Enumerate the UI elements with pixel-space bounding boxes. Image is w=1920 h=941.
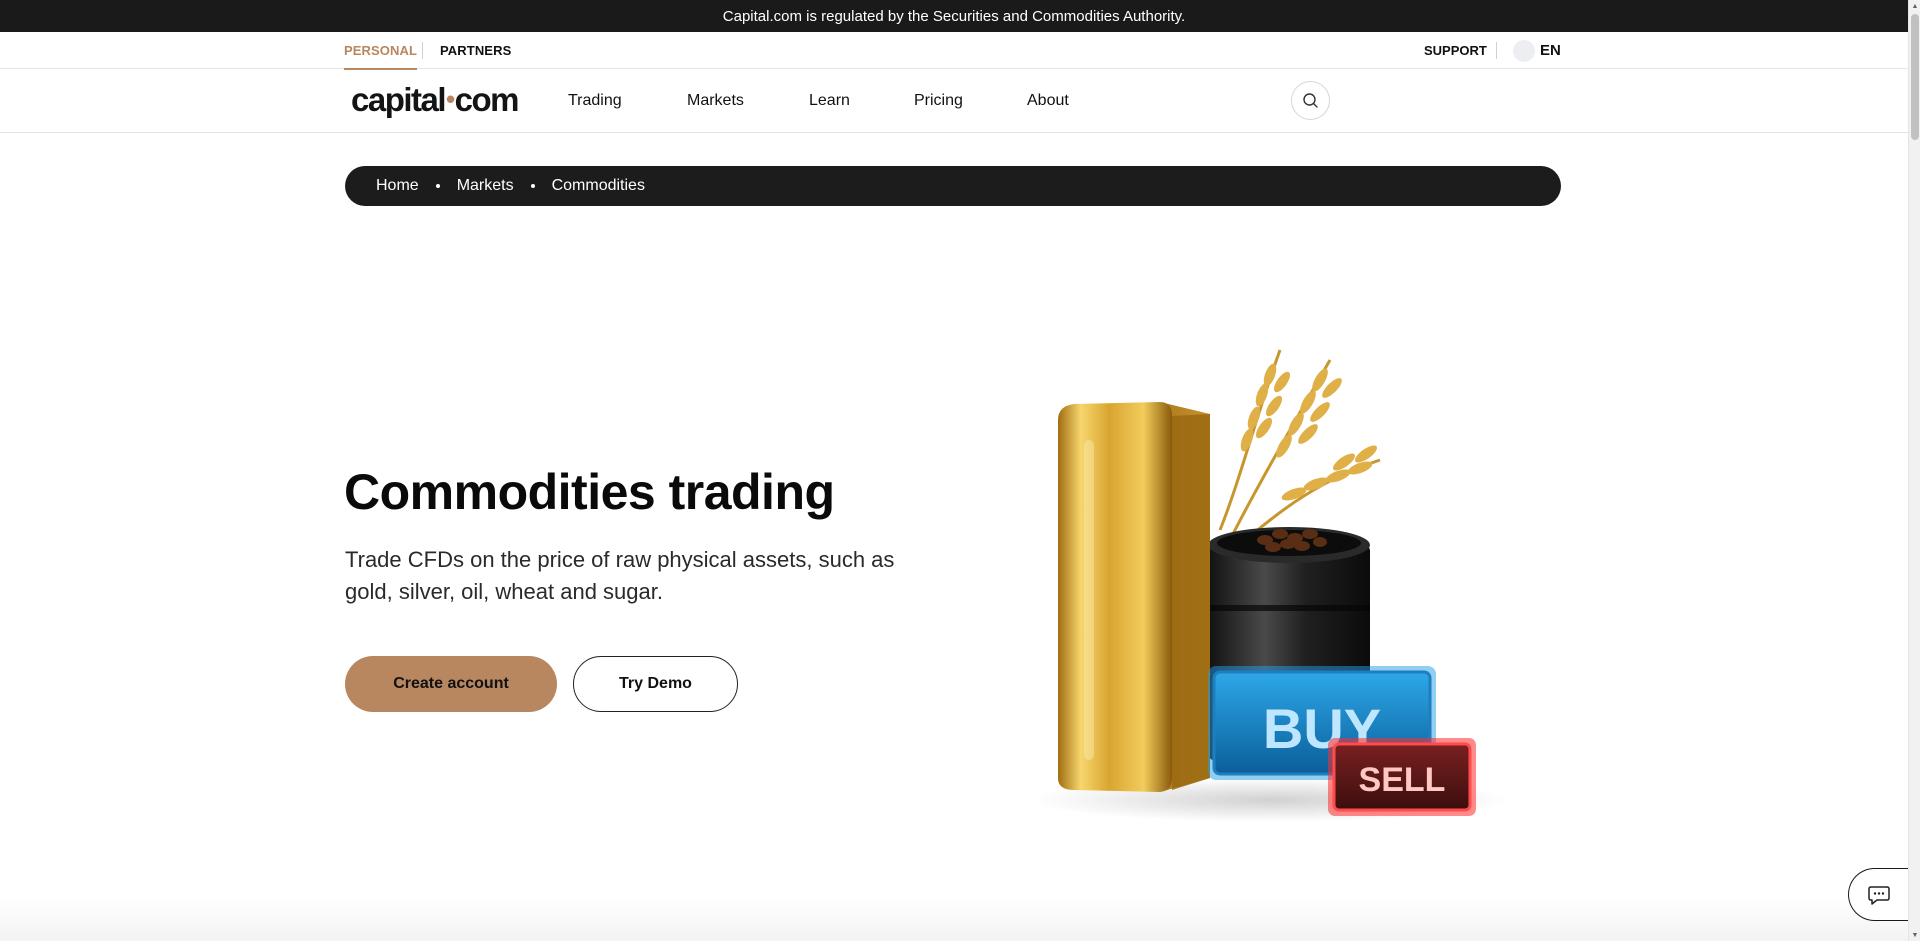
- breadcrumb-separator: [530, 184, 535, 188]
- breadcrumb-separator: [435, 184, 440, 188]
- breadcrumb-home[interactable]: Home: [376, 177, 419, 195]
- sell-label: SELL: [1359, 761, 1446, 799]
- hero-description: Trade CFDs on the price of raw physical …: [345, 547, 895, 604]
- sell-sign: SELL: [1328, 738, 1476, 816]
- page-scrollbar[interactable]: ▲ ▼: [1908, 0, 1920, 941]
- scroll-up-icon[interactable]: ▲: [1909, 0, 1920, 12]
- page-title: Commodities trading: [344, 464, 835, 520]
- try-demo-button[interactable]: Try Demo: [573, 656, 738, 712]
- create-account-button[interactable]: Create account: [345, 656, 557, 712]
- scroll-down-icon[interactable]: ▼: [1909, 929, 1920, 941]
- nav-about[interactable]: About: [1027, 69, 1069, 133]
- logo-text-left: capital: [351, 81, 447, 118]
- language-label: EN: [1540, 42, 1561, 59]
- commodities-illustration: BUY SELL: [1030, 330, 1530, 860]
- breadcrumb-commodities: Commodities: [551, 177, 645, 194]
- top-bar: PERSONAL PARTNERS SUPPORT EN: [0, 32, 1908, 70]
- search-icon: [1303, 93, 1318, 108]
- language-selector[interactable]: EN: [1513, 32, 1561, 69]
- search-button[interactable]: [1291, 81, 1330, 120]
- logo-dot: •: [446, 84, 455, 114]
- nav-trading[interactable]: Trading: [568, 69, 622, 133]
- gold-bar: [1058, 402, 1210, 792]
- partners-link[interactable]: PARTNERS: [440, 32, 511, 69]
- commodities-artwork: BUY SELL: [1030, 349, 1510, 822]
- breadcrumb-markets[interactable]: Markets: [457, 177, 514, 195]
- support-link[interactable]: SUPPORT: [1424, 32, 1487, 69]
- segment-divider: [422, 42, 423, 59]
- regulation-banner: Capital.com is regulated by the Securiti…: [0, 0, 1908, 32]
- capital-logo[interactable]: capital•com: [351, 81, 520, 119]
- personal-link[interactable]: PERSONAL: [344, 32, 418, 70]
- main-navigation: capital•com Trading Markets Learn Pricin…: [0, 69, 1908, 133]
- nav-pricing[interactable]: Pricing: [914, 69, 963, 133]
- chat-button[interactable]: [1848, 868, 1908, 921]
- nav-markets[interactable]: Markets: [687, 69, 744, 133]
- scroll-thumb[interactable]: [1911, 14, 1919, 140]
- logo-text-right: com: [454, 81, 520, 118]
- language-divider: [1496, 42, 1497, 59]
- flag-icon: [1513, 39, 1535, 62]
- breadcrumb: Home Markets Commodities: [345, 166, 1561, 206]
- nav-learn[interactable]: Learn: [809, 69, 850, 133]
- regulation-text: Capital.com is regulated by the Securiti…: [722, 7, 1186, 25]
- next-section-edge: [0, 898, 1908, 941]
- chat-icon: [1867, 885, 1890, 905]
